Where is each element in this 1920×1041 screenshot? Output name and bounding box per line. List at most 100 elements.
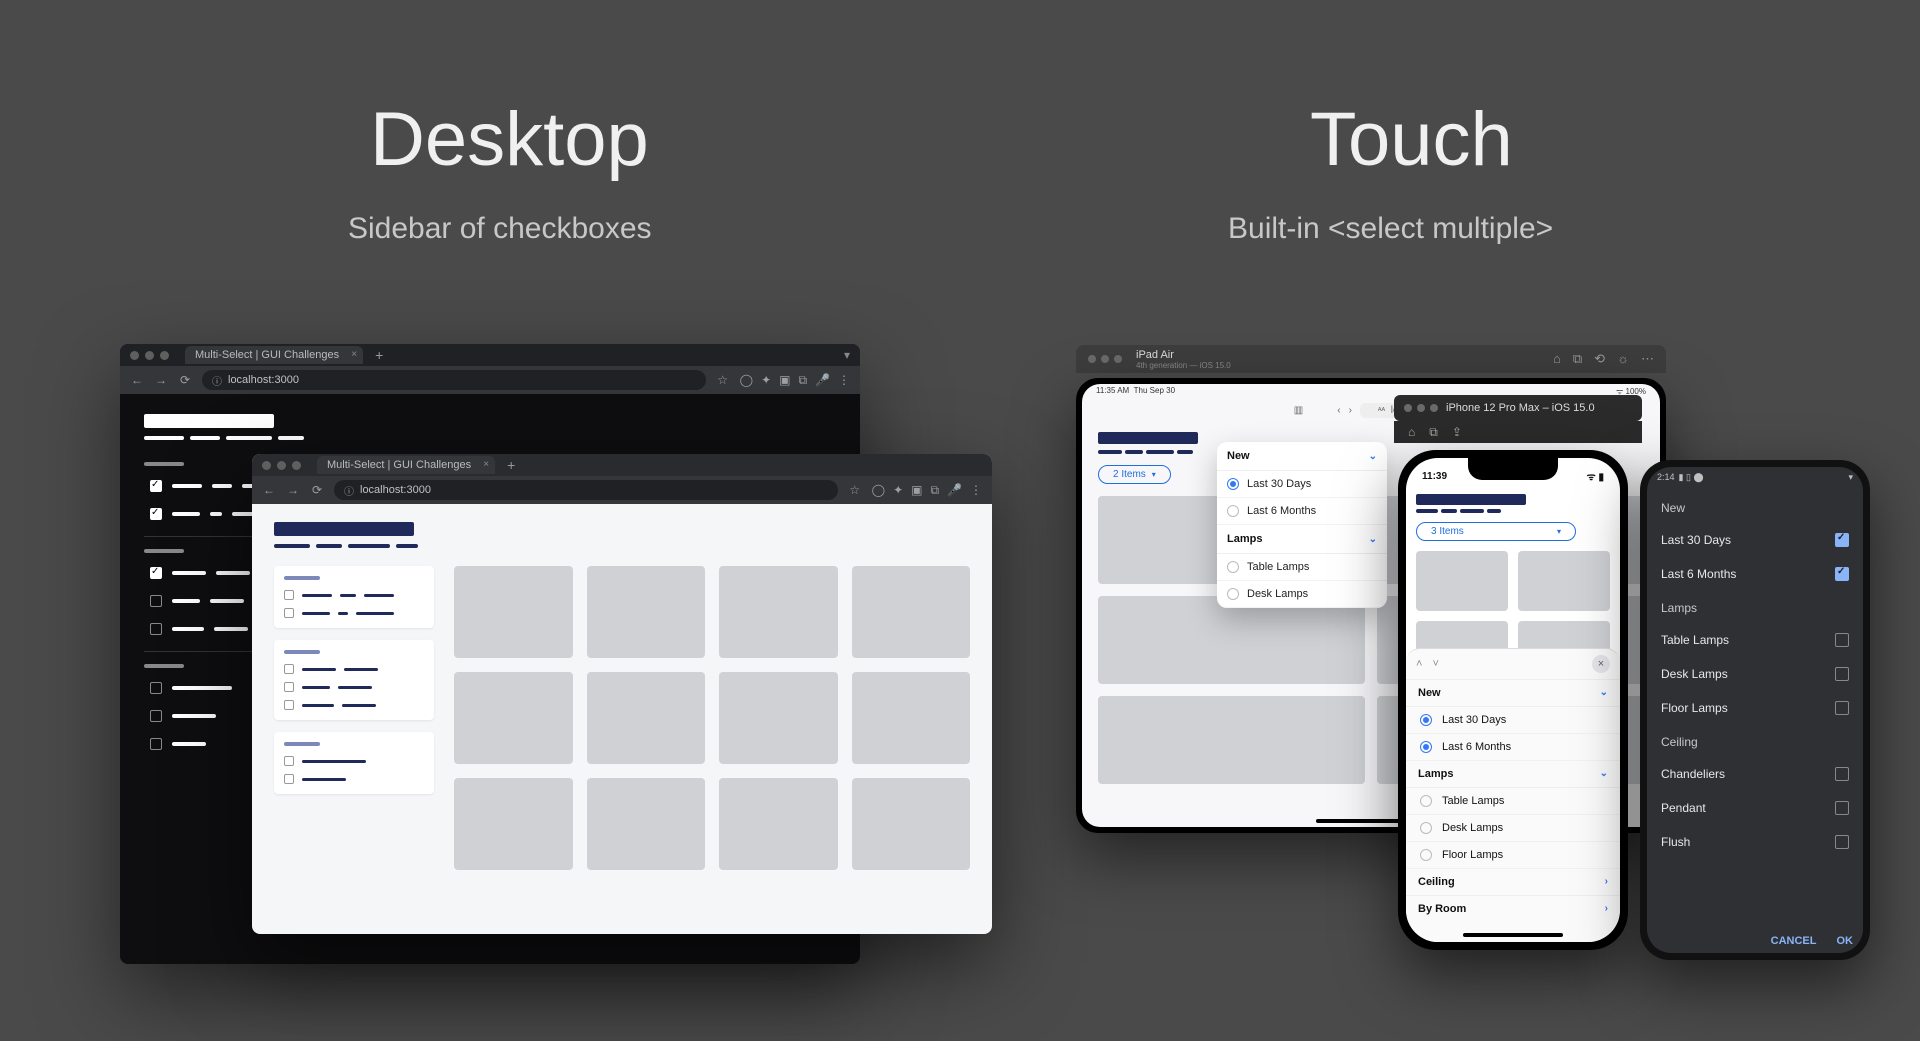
popover-option[interactable]: Desk Lamps bbox=[1217, 581, 1387, 608]
popover-option[interactable]: Table Lamps bbox=[1217, 554, 1387, 581]
window-zoom-icon[interactable] bbox=[292, 461, 301, 470]
checkbox-icon[interactable] bbox=[150, 682, 162, 694]
close-tab-icon[interactable]: × bbox=[483, 459, 489, 470]
chevron-up-icon[interactable]: ˄ bbox=[1416, 658, 1422, 670]
window-zoom-icon[interactable] bbox=[1430, 404, 1438, 412]
extension-icon[interactable]: ◯ bbox=[740, 373, 753, 388]
filter-select-button[interactable]: 3 Items bbox=[1416, 522, 1576, 541]
product-card[interactable] bbox=[587, 672, 706, 764]
more-icon[interactable]: ⋯ bbox=[1641, 351, 1654, 367]
checkbox-icon[interactable] bbox=[150, 595, 162, 607]
back-icon[interactable]: ← bbox=[262, 483, 276, 497]
checkbox-icon[interactable] bbox=[150, 710, 162, 722]
filter-option[interactable] bbox=[284, 678, 424, 696]
checkbox-icon[interactable] bbox=[284, 590, 294, 600]
checkbox-icon[interactable] bbox=[1835, 801, 1849, 815]
home-indicator[interactable] bbox=[1463, 933, 1563, 937]
checkbox-icon[interactable] bbox=[1835, 633, 1849, 647]
chevron-right-icon[interactable]: › bbox=[1605, 903, 1608, 915]
window-close-icon[interactable] bbox=[130, 351, 139, 360]
chevron-right-icon[interactable]: › bbox=[1605, 876, 1608, 888]
chevron-down-icon[interactable]: ˅ bbox=[1432, 658, 1438, 670]
sheet-option[interactable]: Last 6 Months bbox=[1406, 734, 1620, 761]
select-option[interactable]: Table Lamps bbox=[1647, 623, 1863, 657]
select-option[interactable]: Pendant bbox=[1647, 791, 1863, 825]
checkbox-icon[interactable] bbox=[1835, 701, 1849, 715]
window-minimize-icon[interactable] bbox=[1101, 355, 1109, 363]
home-icon[interactable]: ⌂ bbox=[1408, 425, 1415, 439]
checkbox-icon[interactable] bbox=[284, 774, 294, 784]
mic-icon[interactable]: 🎤 bbox=[947, 483, 962, 498]
new-tab-icon[interactable]: + bbox=[375, 347, 383, 363]
screenshot-icon[interactable]: ⧉ bbox=[1573, 351, 1582, 367]
star-icon[interactable]: ☆ bbox=[848, 483, 862, 497]
select-option[interactable]: Chandeliers bbox=[1647, 757, 1863, 791]
chevron-down-icon[interactable]: ⌄ bbox=[1369, 534, 1377, 545]
window-zoom-icon[interactable] bbox=[1114, 355, 1122, 363]
settings-icon[interactable]: ☼ bbox=[1617, 351, 1629, 367]
chevron-down-icon[interactable]: ⌄ bbox=[1600, 687, 1608, 699]
forward-icon[interactable]: → bbox=[154, 373, 168, 387]
window-close-icon[interactable] bbox=[1404, 404, 1412, 412]
extension-icon[interactable]: ▣ bbox=[779, 373, 790, 388]
menu-icon[interactable]: ⋮ bbox=[838, 373, 850, 388]
product-card[interactable] bbox=[719, 778, 838, 870]
checkbox-icon[interactable] bbox=[150, 480, 162, 492]
checkbox-icon[interactable] bbox=[284, 700, 294, 710]
filter-option[interactable] bbox=[284, 604, 424, 622]
product-card[interactable] bbox=[852, 778, 971, 870]
product-card[interactable] bbox=[719, 566, 838, 658]
select-option[interactable]: Flush bbox=[1647, 825, 1863, 859]
extension-icon[interactable]: ⧉ bbox=[930, 483, 939, 498]
product-card[interactable] bbox=[454, 778, 573, 870]
extension-icon[interactable]: ⧉ bbox=[798, 373, 807, 388]
reload-icon[interactable]: ⟳ bbox=[178, 373, 192, 387]
filter-option[interactable] bbox=[284, 770, 424, 788]
filter-option[interactable] bbox=[284, 660, 424, 678]
extension-icon[interactable]: ✦ bbox=[761, 373, 771, 388]
share-icon[interactable]: ⇪ bbox=[1452, 425, 1462, 439]
sidebar-icon[interactable]: ▥ bbox=[1294, 405, 1303, 416]
select-option[interactable]: Last 6 Months bbox=[1647, 557, 1863, 591]
select-option[interactable]: Floor Lamps bbox=[1647, 691, 1863, 725]
window-close-icon[interactable] bbox=[262, 461, 271, 470]
product-card[interactable] bbox=[454, 672, 573, 764]
checkbox-icon[interactable] bbox=[1835, 667, 1849, 681]
back-icon[interactable]: ← bbox=[130, 373, 144, 387]
sheet-option[interactable]: Floor Lamps bbox=[1406, 842, 1620, 869]
window-minimize-icon[interactable] bbox=[1417, 404, 1425, 412]
chevron-down-icon[interactable]: ⌄ bbox=[1369, 451, 1377, 462]
checkbox-icon[interactable] bbox=[150, 738, 162, 750]
product-card[interactable] bbox=[1518, 551, 1610, 611]
site-info-icon[interactable]: ⓘ bbox=[344, 483, 354, 498]
popover-option[interactable]: Last 30 Days bbox=[1217, 471, 1387, 498]
checkbox-icon[interactable] bbox=[1835, 567, 1849, 581]
product-card[interactable] bbox=[1098, 596, 1365, 684]
filter-select-button[interactable]: 2 Items bbox=[1098, 465, 1171, 484]
mic-icon[interactable]: 🎤 bbox=[815, 373, 830, 388]
browser-tab[interactable]: Multi-Select | GUI Challenges× bbox=[317, 456, 495, 474]
checkbox-icon[interactable] bbox=[1835, 767, 1849, 781]
extension-icon[interactable]: ▣ bbox=[911, 483, 922, 498]
back-icon[interactable]: ‹ bbox=[1337, 405, 1340, 416]
forward-icon[interactable]: › bbox=[1349, 405, 1352, 416]
star-icon[interactable]: ☆ bbox=[716, 373, 730, 387]
product-card[interactable] bbox=[719, 672, 838, 764]
extension-icon[interactable]: ◯ bbox=[872, 483, 885, 498]
forward-icon[interactable]: → bbox=[286, 483, 300, 497]
sheet-option[interactable]: Last 30 Days bbox=[1406, 707, 1620, 734]
address-bar[interactable]: ⓘlocalhost:3000 bbox=[334, 480, 838, 500]
product-card[interactable] bbox=[852, 566, 971, 658]
overflow-icon[interactable]: ▾ bbox=[844, 348, 850, 362]
window-minimize-icon[interactable] bbox=[145, 351, 154, 360]
popover-option[interactable]: Last 6 Months bbox=[1217, 498, 1387, 525]
product-card[interactable] bbox=[454, 566, 573, 658]
ok-button[interactable]: OK bbox=[1837, 935, 1854, 947]
filter-option[interactable] bbox=[284, 696, 424, 714]
filter-option[interactable] bbox=[284, 752, 424, 770]
site-info-icon[interactable]: ⓘ bbox=[212, 373, 222, 388]
window-zoom-icon[interactable] bbox=[160, 351, 169, 360]
product-card[interactable] bbox=[587, 778, 706, 870]
product-card[interactable] bbox=[1416, 551, 1508, 611]
product-card[interactable] bbox=[587, 566, 706, 658]
